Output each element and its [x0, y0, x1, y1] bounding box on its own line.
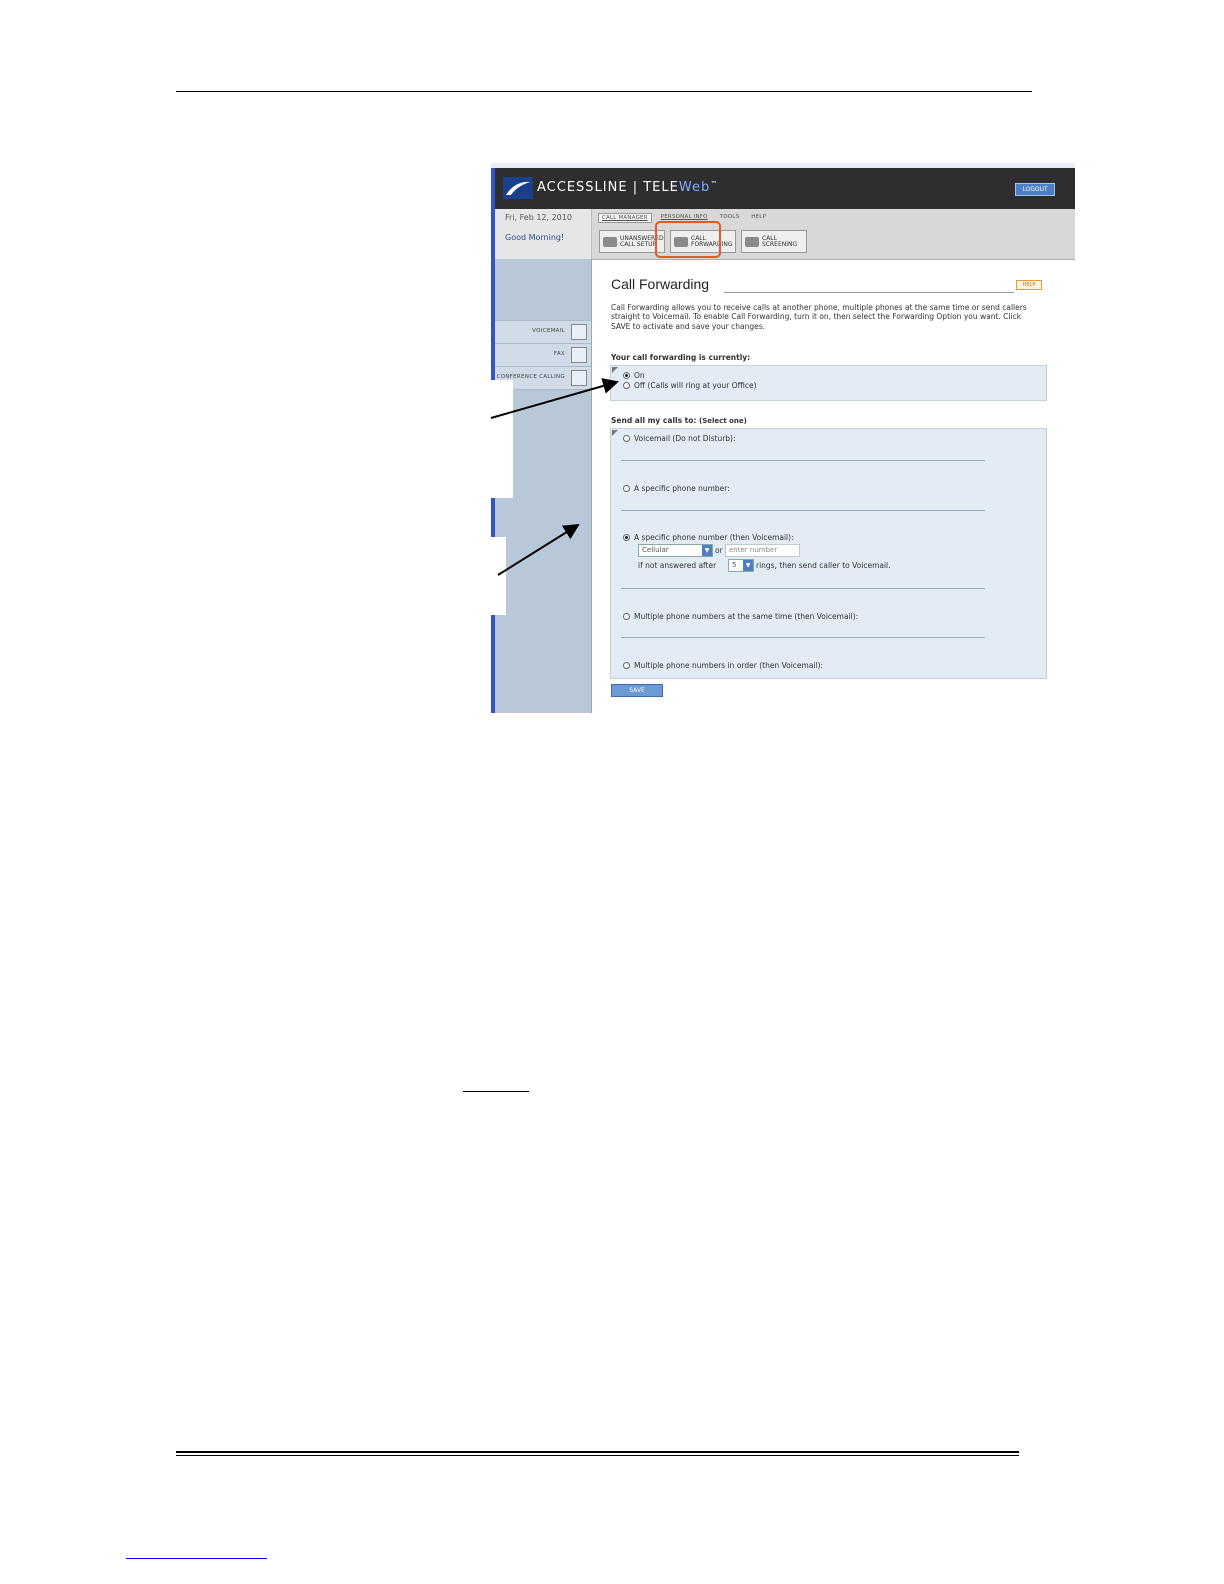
option-specific-number[interactable]: A specific phone number: [623, 484, 730, 493]
option-divider [621, 637, 985, 638]
phone-icon [603, 236, 617, 247]
phone-number-input[interactable]: enter number [725, 544, 800, 557]
option-voicemail[interactable]: Voicemail (Do not Disturb): [623, 434, 736, 443]
radio-multiple-same-time[interactable] [623, 613, 630, 620]
accessline-logo-icon [503, 177, 533, 199]
logout-button[interactable]: LOGOUT [1015, 183, 1055, 196]
footer-rule [176, 1451, 1019, 1453]
status-label: Your call forwarding is currently: [611, 353, 751, 362]
send-label: Send all my calls to: (Select one) [611, 416, 747, 425]
voicemail-icon [571, 324, 587, 340]
sidebar-item-fax[interactable]: FAX [495, 343, 591, 367]
forward-options-panel: Voicemail (Do not Disturb): A specific p… [610, 428, 1047, 679]
greeting: Good Morning! [505, 233, 565, 242]
main-content: Call Forwarding HELP Call Forwarding all… [592, 260, 1075, 713]
tab-help[interactable]: HELP [748, 213, 769, 223]
help-button[interactable]: HELP [1016, 280, 1042, 290]
tab-tools[interactable]: TOOLS [717, 213, 743, 223]
callout-mask-2 [478, 537, 506, 615]
title-divider [724, 292, 1014, 293]
option-multiple-in-order[interactable]: Multiple phone numbers in order (then Vo… [623, 661, 823, 670]
sidebar-item-voicemail[interactable]: VOICEMAIL [495, 320, 591, 344]
footer-rule-thin [176, 1455, 1019, 1456]
option-divider [621, 588, 985, 589]
page-title: Call Forwarding [611, 276, 710, 292]
description: Call Forwarding allows you to receive ca… [611, 303, 1027, 331]
radio-voicemail[interactable] [623, 435, 630, 442]
option-multiple-same-time[interactable]: Multiple phone numbers at the same time … [623, 612, 858, 621]
tab-call-manager[interactable]: CALL MANAGER [598, 213, 652, 223]
radio-specific-then-voicemail[interactable] [623, 534, 630, 541]
radio-specific-number[interactable] [623, 485, 630, 492]
brand-name: ACCESSLINE | TELEWeb™ [537, 180, 719, 195]
radio-off[interactable] [623, 382, 630, 389]
option-specific-then-voicemail[interactable]: A specific phone number (then Voicemail)… [623, 533, 794, 542]
chevron-down-icon: ▼ [702, 545, 712, 556]
text-underline-fragment [463, 1091, 529, 1092]
fax-icon [571, 347, 587, 363]
header-rule [176, 91, 1032, 92]
footer-link-underline [126, 1558, 267, 1559]
option-divider [621, 460, 985, 461]
rings-text: rings, then send caller to Voicemail. [756, 561, 891, 570]
rings-select[interactable]: 5 ▼ [728, 559, 754, 572]
not-answered-text: if not answered after [638, 561, 717, 570]
status-on-option[interactable]: On [623, 371, 645, 380]
current-date: Fri, Feb 12, 2010 [505, 213, 572, 222]
chevron-down-icon: ▼ [743, 560, 753, 571]
call-screening-button[interactable]: CALL SCREENING [741, 230, 807, 253]
call-forwarding-highlight [655, 221, 721, 258]
option-divider [621, 510, 985, 511]
or-text: or [715, 546, 723, 555]
radio-on[interactable] [623, 372, 630, 379]
radio-multiple-in-order[interactable] [623, 662, 630, 669]
phone-icon [745, 236, 759, 247]
callout-mask-1 [478, 380, 513, 498]
phone-type-select[interactable]: Cellular ▼ [638, 544, 713, 557]
panel-corner [612, 430, 618, 436]
brand-bar: ACCESSLINE | TELEWeb™ LOGOUT [495, 168, 1075, 209]
telewebscreenshot: ACCESSLINE | TELEWeb™ LOGOUT Fri, Feb 12… [491, 163, 1075, 713]
conference-icon [571, 370, 587, 386]
status-off-option[interactable]: Off (Calls will ring at your Office) [623, 381, 757, 390]
status-panel: On Off (Calls will ring at your Office) [610, 365, 1047, 401]
save-button[interactable]: SAVE [611, 684, 663, 697]
date-panel: Fri, Feb 12, 2010 Good Morning! [495, 209, 592, 259]
panel-corner [612, 367, 618, 373]
